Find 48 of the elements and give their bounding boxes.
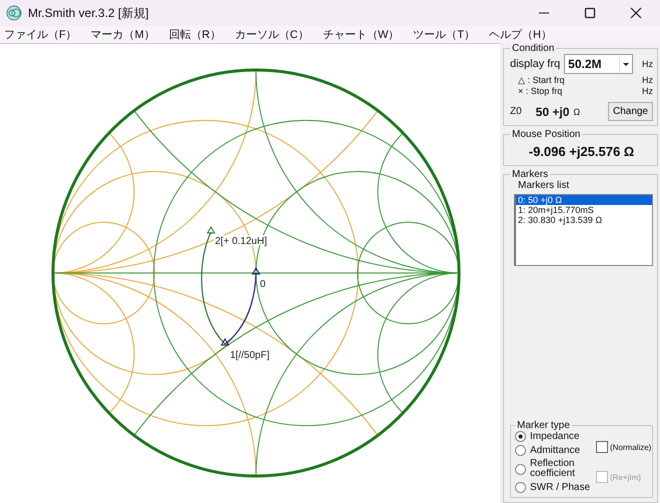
group-title: Condition xyxy=(511,43,556,54)
checkbox[interactable] xyxy=(596,441,608,453)
stop-frq-label: × : Stop frq xyxy=(517,86,562,96)
checkbox-label: (Normalize) xyxy=(610,442,652,452)
list-item[interactable]: 1: 20m+j15.770mS xyxy=(516,205,652,215)
menu-item[interactable]: ヘルプ（H） xyxy=(488,27,552,42)
marker-icon xyxy=(220,338,230,346)
unit-label: Hz xyxy=(642,75,653,85)
radio-label: SWR / Phase xyxy=(530,482,592,492)
radio-label: Impedance xyxy=(530,432,580,442)
mouse-position-value: -9.096 +j25.576 Ω xyxy=(528,143,636,161)
z0-label: Z0 xyxy=(510,106,522,117)
menu-item[interactable]: チャート（W） xyxy=(322,27,400,42)
menu-item[interactable]: マーカ（M） xyxy=(90,27,155,42)
list-item[interactable]: 2: 30.830 +j13.539 Ω xyxy=(516,215,652,225)
menu-item[interactable]: 回転（R） xyxy=(168,27,221,42)
z0-value: 50 +j0 xyxy=(536,104,570,118)
app-icon xyxy=(6,5,22,21)
radio-button[interactable] xyxy=(515,464,526,474)
group-title: Markers xyxy=(511,169,550,180)
list-title: Markers list xyxy=(517,180,570,191)
group-title: Mouse Position xyxy=(511,129,582,140)
ohm-unit: Ω xyxy=(573,106,580,116)
close-icon[interactable] xyxy=(630,7,642,19)
menu-item[interactable]: ツール（T） xyxy=(413,27,475,42)
marker-label: 0 xyxy=(260,279,266,290)
change-button[interactable]: Change xyxy=(608,102,653,121)
menu-item[interactable]: カーソル（C） xyxy=(234,27,309,42)
unit-label: Hz xyxy=(642,59,653,69)
start-frq-label: △ : Start frq xyxy=(517,75,565,85)
marker-label: 1[//50pF] xyxy=(230,350,270,361)
checkbox-label: (Re+jIm) xyxy=(610,472,641,482)
menu-item[interactable]: ファイル（F） xyxy=(4,27,77,42)
unit-label: Hz xyxy=(642,86,653,96)
marker-icon xyxy=(206,226,216,234)
maximize-icon[interactable] xyxy=(584,7,596,19)
radio-label: Reflection coefficient xyxy=(530,459,576,479)
list-item[interactable]: 0: 50 +j0 Ω xyxy=(516,195,652,205)
radio-button[interactable] xyxy=(515,482,526,493)
group-title: Marker type xyxy=(516,420,571,431)
radio-button[interactable] xyxy=(515,445,526,456)
frequency-dropdown[interactable]: 50.2M xyxy=(564,54,634,74)
radio-label: Admittance xyxy=(530,446,582,456)
marker-icon xyxy=(252,267,260,274)
radio-button[interactable] xyxy=(515,431,526,442)
display-frq-label: display frq xyxy=(510,58,560,70)
trace-curve xyxy=(224,272,257,344)
window-title: Mr.Smith ver.3.2 [新規] xyxy=(28,4,149,22)
